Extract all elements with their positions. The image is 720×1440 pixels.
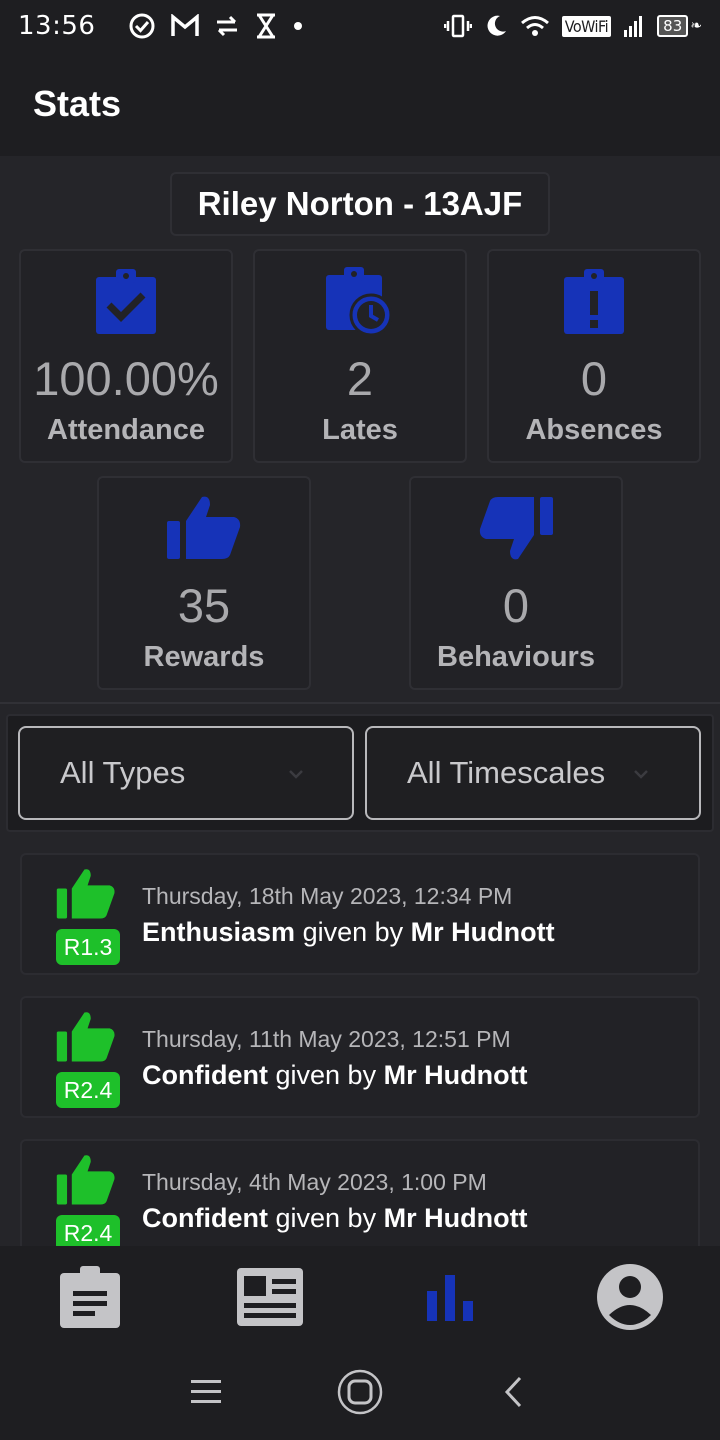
vibrate-icon — [443, 14, 472, 38]
lates-label: Lates — [322, 414, 398, 446]
home-button[interactable] — [330, 1368, 390, 1416]
entry-reason: Confident — [142, 1060, 268, 1090]
student-name: Riley Norton - 13AJF — [197, 185, 523, 222]
thumbs-up-icon — [56, 1012, 115, 1062]
reward-code-badge: R2.4 — [56, 1072, 120, 1108]
thumbs-up-icon — [167, 496, 241, 559]
chevron-down-icon — [634, 770, 648, 779]
timescale-dropdown-value: All Timescales — [407, 755, 606, 790]
nav-stats[interactable] — [415, 1262, 485, 1332]
wifi-icon — [520, 16, 549, 36]
entry-teacher: Mr Hudnott — [383, 1060, 528, 1090]
entry-description: Enthusiasm given by Mr Hudnott — [142, 917, 555, 948]
list-item[interactable]: R2.4 Thursday, 4th May 2023, 1:00 PM Con… — [20, 1139, 700, 1246]
behaviours-value: 0 — [502, 579, 530, 632]
type-dropdown[interactable]: All Types — [18, 726, 354, 820]
entry-given-by: given by — [275, 1203, 377, 1233]
absences-label: Absences — [525, 414, 663, 446]
lates-card[interactable]: 2 Lates — [253, 249, 467, 463]
system-navigation-bar — [0, 1350, 720, 1440]
entry-description: Confident given by Mr Hudnott — [142, 1203, 528, 1234]
battery-level: 83 — [657, 15, 689, 37]
status-time: 13:56 — [18, 11, 96, 41]
nav-news[interactable] — [235, 1262, 305, 1332]
menu-icon — [191, 1380, 221, 1403]
absences-card[interactable]: 0 Absences — [487, 249, 701, 463]
attendance-card[interactable]: 100.00% Attendance — [19, 249, 233, 463]
entry-reason: Enthusiasm — [142, 917, 296, 947]
back-chevron-icon — [504, 1376, 522, 1408]
rewards-value: 35 — [177, 579, 231, 632]
check-circle-icon — [129, 13, 155, 39]
nav-account[interactable] — [595, 1262, 665, 1332]
behaviours-label: Behaviours — [437, 641, 595, 673]
sync-arrows-icon — [217, 15, 238, 37]
home-circle-icon — [337, 1369, 383, 1415]
thumbs-up-icon — [56, 869, 115, 919]
timescale-dropdown[interactable]: All Timescales — [365, 726, 701, 820]
rewards-card[interactable]: 35 Rewards — [97, 476, 311, 690]
clipboard-icon — [60, 1266, 120, 1328]
list-item[interactable]: R1.3 Thursday, 18th May 2023, 12:34 PM E… — [20, 853, 700, 975]
stats-content: Riley Norton - 13AJF 100.00% Attendance … — [0, 156, 720, 1246]
entry-date: Thursday, 18th May 2023, 12:34 PM — [142, 883, 513, 909]
reward-code-badge: R1.3 — [56, 929, 120, 965]
thumbs-up-icon — [56, 1155, 115, 1205]
list-item[interactable]: R2.4 Thursday, 11th May 2023, 12:51 PM C… — [20, 996, 700, 1118]
signal-icon — [624, 16, 643, 37]
page-title: Stats — [33, 83, 122, 124]
entry-date: Thursday, 11th May 2023, 12:51 PM — [142, 1026, 511, 1052]
lates-value: 2 — [346, 352, 374, 405]
entry-teacher: Mr Hudnott — [410, 917, 555, 947]
app-bar: Stats — [0, 52, 720, 156]
rewards-label: Rewards — [143, 641, 265, 673]
gmail-icon — [171, 14, 200, 36]
back-button[interactable] — [484, 1368, 544, 1416]
hourglass-icon — [257, 13, 276, 39]
entry-reason: Confident — [142, 1203, 268, 1233]
chevron-down-icon — [289, 770, 303, 779]
vowifi-badge: VoWiFi — [561, 15, 612, 37]
recents-button[interactable] — [176, 1368, 236, 1416]
do-not-disturb-moon-icon — [487, 15, 506, 36]
clipboard-alert-icon — [564, 269, 624, 334]
bottom-navigation — [0, 1246, 720, 1350]
status-bar: 13:56 VoWiFi 83 ❧ — [0, 0, 720, 52]
notification-dot-icon — [294, 22, 303, 30]
attendance-value: 100.00% — [33, 352, 219, 405]
section-divider — [0, 702, 720, 704]
behaviours-card[interactable]: 0 Behaviours — [409, 476, 623, 690]
leaf-icon: ❧ — [690, 18, 702, 34]
attendance-label: Attendance — [47, 414, 205, 446]
student-selector[interactable]: Riley Norton - 13AJF — [170, 172, 550, 236]
type-dropdown-value: All Types — [60, 755, 186, 790]
absences-value: 0 — [580, 352, 608, 405]
entry-given-by: given by — [275, 1060, 377, 1090]
battery-icon: 83 ❧ — [657, 15, 702, 37]
clipboard-clock-icon — [326, 267, 393, 337]
nav-attendance[interactable] — [55, 1262, 125, 1332]
thumbs-down-icon — [479, 497, 553, 560]
entry-teacher: Mr Hudnott — [383, 1203, 528, 1233]
account-icon — [597, 1264, 663, 1330]
clipboard-check-icon — [96, 269, 156, 334]
entry-description: Confident given by Mr Hudnott — [142, 1060, 528, 1091]
reward-code-badge: R2.4 — [56, 1215, 120, 1246]
entry-date: Thursday, 4th May 2023, 1:00 PM — [142, 1169, 487, 1195]
filter-bar: All Types All Timescales — [6, 714, 714, 832]
bar-chart-icon — [427, 1275, 473, 1321]
newspaper-icon — [237, 1268, 303, 1326]
entry-given-by: given by — [302, 917, 404, 947]
